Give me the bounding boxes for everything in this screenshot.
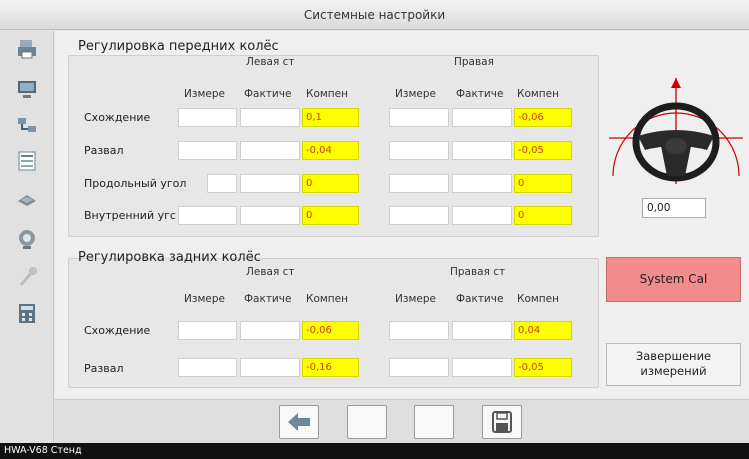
rear-left-col-comp: Компен xyxy=(306,293,348,305)
front-right-actual-field[interactable] xyxy=(452,174,512,193)
toolbar-blank-button-2[interactable] xyxy=(414,405,454,439)
rear-left-measured-field[interactable] xyxy=(178,321,237,340)
front-left-col-comp: Компен xyxy=(306,88,348,100)
car-lift-icon[interactable] xyxy=(15,187,39,211)
rear-right-measured-field[interactable] xyxy=(389,321,449,340)
window-title: Системные настройки xyxy=(0,0,749,30)
front-right-actual-field[interactable] xyxy=(452,108,512,127)
front-row-label: Схождение xyxy=(84,111,151,124)
front-right-col-actual: Фактиче xyxy=(456,88,504,100)
bottom-toolbar xyxy=(55,399,749,443)
front-left-measured-field[interactable] xyxy=(178,108,237,127)
rear-right-actual-field[interactable] xyxy=(452,321,512,340)
status-bar: HWA-V68 Стенд xyxy=(0,443,749,459)
front-right-actual-field[interactable] xyxy=(452,206,512,225)
computer-icon[interactable] xyxy=(15,77,39,101)
front-left-side-label: Левая ст xyxy=(246,56,295,68)
front-left-measured-field[interactable] xyxy=(178,141,237,160)
finish-measurements-button[interactable]: Завершение измерений xyxy=(606,343,741,386)
front-right-comp-field[interactable]: 0 xyxy=(514,206,572,225)
front-left-col-actual: Фактиче xyxy=(244,88,292,100)
rear-left-comp-field[interactable]: -0,06 xyxy=(302,321,359,340)
front-left-measured-field[interactable] xyxy=(207,174,237,193)
front-right-col-comp: Компен xyxy=(517,88,559,100)
front-right-measured-field[interactable] xyxy=(389,108,449,127)
rear-right-col-measured: Измере xyxy=(395,293,436,305)
rear-row-label: Схождение xyxy=(84,324,151,337)
rear-right-col-comp: Компен xyxy=(517,293,559,305)
rear-right-col-actual: Фактиче xyxy=(456,293,504,305)
printer-icon[interactable] xyxy=(15,37,39,61)
toolbar-blank-button-1[interactable] xyxy=(347,405,387,439)
front-right-comp-field[interactable]: 0 xyxy=(514,174,572,193)
rear-left-side-label: Левая ст xyxy=(246,266,295,278)
front-left-comp-field[interactable]: 0,1 xyxy=(302,108,359,127)
rear-row-label: Развал xyxy=(84,362,124,375)
front-right-measured-field[interactable] xyxy=(389,141,449,160)
network-icon[interactable] xyxy=(15,113,39,137)
front-right-col-measured: Измере xyxy=(395,88,436,100)
front-row-label: Продольный угол xyxy=(84,177,187,190)
document-list-icon[interactable] xyxy=(15,149,39,173)
wrench-icon[interactable] xyxy=(15,265,39,289)
front-left-actual-field[interactable] xyxy=(240,141,300,160)
rear-left-col-measured: Измере xyxy=(184,293,225,305)
front-right-actual-field[interactable] xyxy=(452,141,512,160)
front-left-comp-field[interactable]: 0 xyxy=(302,174,359,193)
steering-wheel-icon xyxy=(609,78,743,184)
sidebar xyxy=(0,31,54,443)
front-right-comp-field[interactable]: -0,06 xyxy=(514,108,572,127)
finish-button-line2: измерений xyxy=(640,364,707,378)
rear-panel-title: Регулировка задних колёс xyxy=(78,250,261,265)
front-panel-title: Регулировка передних колёс xyxy=(78,39,279,54)
calculator-icon[interactable] xyxy=(15,301,39,325)
front-right-measured-field[interactable] xyxy=(389,174,449,193)
rear-left-comp-field[interactable]: -0,16 xyxy=(302,358,359,377)
rear-left-col-actual: Фактиче xyxy=(244,293,292,305)
front-left-col-measured: Измере xyxy=(184,88,225,100)
front-row-label: Внутренний угс xyxy=(84,209,176,222)
rear-right-actual-field[interactable] xyxy=(452,358,512,377)
rear-right-comp-field[interactable]: 0,04 xyxy=(514,321,572,340)
save-icon xyxy=(492,411,512,433)
front-right-measured-field[interactable] xyxy=(389,206,449,225)
front-left-comp-field[interactable]: 0 xyxy=(302,206,359,225)
rear-left-actual-field[interactable] xyxy=(240,358,300,377)
webcam-icon[interactable] xyxy=(15,227,39,251)
front-left-comp-field[interactable]: -0,04 xyxy=(302,141,359,160)
front-right-comp-field[interactable]: -0,05 xyxy=(514,141,572,160)
front-left-measured-field[interactable] xyxy=(178,206,237,225)
save-button[interactable] xyxy=(482,405,522,439)
back-arrow-icon xyxy=(288,413,310,431)
back-button[interactable] xyxy=(279,405,319,439)
steering-angle-field[interactable]: 0,00 xyxy=(642,198,706,218)
front-right-side-label: Правая xyxy=(454,56,494,68)
rear-right-side-label: Правая ст xyxy=(450,266,506,278)
system-cal-button[interactable]: System Cal xyxy=(606,257,741,302)
rear-left-actual-field[interactable] xyxy=(240,321,300,340)
front-left-actual-field[interactable] xyxy=(240,108,300,127)
rear-right-comp-field[interactable]: -0,05 xyxy=(514,358,572,377)
rear-right-measured-field[interactable] xyxy=(389,358,449,377)
rear-left-measured-field[interactable] xyxy=(178,358,237,377)
front-left-actual-field[interactable] xyxy=(240,174,300,193)
front-left-actual-field[interactable] xyxy=(240,206,300,225)
finish-button-line1: Завершение xyxy=(635,349,712,363)
front-row-label: Развал xyxy=(84,144,124,157)
